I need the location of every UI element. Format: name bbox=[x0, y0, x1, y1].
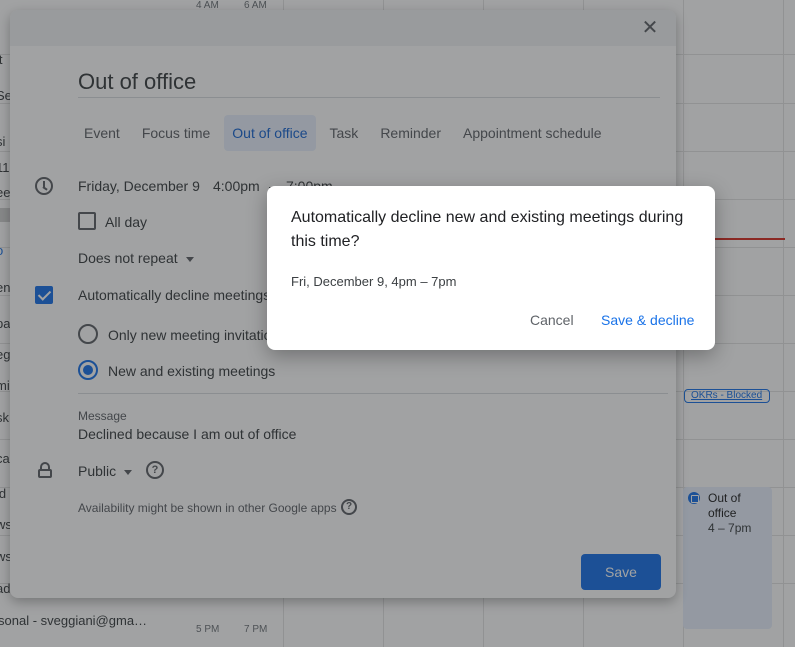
confirm-title: Automatically decline new and existing m… bbox=[291, 209, 684, 250]
confirm-date-range: Fri, December 9, 4pm – 7pm bbox=[291, 274, 457, 289]
save-and-decline-button[interactable]: Save & decline bbox=[601, 312, 694, 328]
decline-confirm-dialog: Automatically decline new and existing m… bbox=[267, 186, 715, 350]
cancel-button[interactable]: Cancel bbox=[530, 312, 574, 328]
